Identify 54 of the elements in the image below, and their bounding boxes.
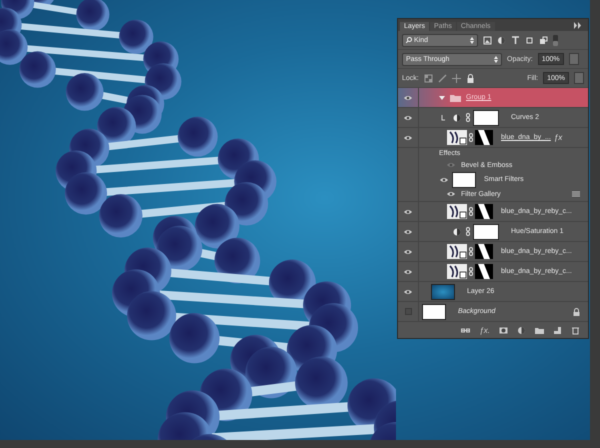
filter-options-icon[interactable] [572,191,580,197]
eye-icon[interactable] [404,228,412,234]
smart-object-thumbnail [447,130,467,145]
lock-icon[interactable] [466,74,475,82]
adjustment-icon [453,114,461,122]
filter-mask-thumbnail [452,172,476,188]
folder-icon [450,94,461,102]
adjustment-mask-thumbnail [473,224,499,240]
adjustment-mask-thumbnail [473,110,499,126]
link-layers-icon[interactable] [461,326,470,334]
new-adjustment-icon[interactable] [517,326,526,334]
chain-link-icon [469,267,473,276]
adjustment-icon [453,228,461,236]
layer-mask-thumbnail [475,204,493,219]
expand-triangle-icon[interactable] [439,94,445,100]
chain-link-icon [469,207,473,216]
layer-mask-thumbnail [475,244,493,259]
type-filter-icon[interactable] [511,36,520,44]
smart-object-thumbnail [447,204,467,219]
smart-object-thumbnail [447,244,467,259]
smart-object-thumbnail [447,264,467,279]
lock-transparency-icon[interactable] [424,74,433,82]
chain-link-icon [466,113,470,122]
eye-icon[interactable] [404,288,412,294]
eye-icon[interactable] [447,191,455,197]
chain-link-icon [466,227,470,236]
eye-icon[interactable] [404,268,412,274]
dropdown-arrows-icon [470,36,474,44]
add-style-button[interactable]: ƒx. [479,326,490,334]
adjustment-filter-icon[interactable] [497,36,506,44]
shape-filter-icon[interactable] [525,36,534,44]
layer-thumbnail [431,284,455,300]
folder-icon[interactable] [535,326,544,334]
layer-mask-thumbnail [475,130,493,145]
layer-thumbnail [422,304,446,320]
move-icon[interactable] [452,74,461,82]
image-filter-icon[interactable] [483,36,492,44]
eye-icon[interactable] [404,114,412,120]
trash-icon[interactable] [571,326,580,334]
dropdown-arrows-icon [494,56,498,62]
eye-icon[interactable] [404,94,412,100]
filter-toggle-icon[interactable] [553,34,558,46]
smart-object-filter-icon[interactable] [539,36,548,44]
eye-icon[interactable] [440,176,448,182]
eye-icon[interactable] [404,208,412,214]
eye-icon[interactable] [404,248,412,254]
eye-icon[interactable] [404,134,412,140]
search-icon [406,37,412,43]
chain-link-icon [469,133,473,142]
layer-effects-label: ƒx [554,133,562,142]
add-mask-icon[interactable] [499,326,508,334]
chain-link-icon [469,247,473,256]
layer-mask-thumbnail [475,264,493,279]
brush-icon[interactable] [438,74,447,82]
